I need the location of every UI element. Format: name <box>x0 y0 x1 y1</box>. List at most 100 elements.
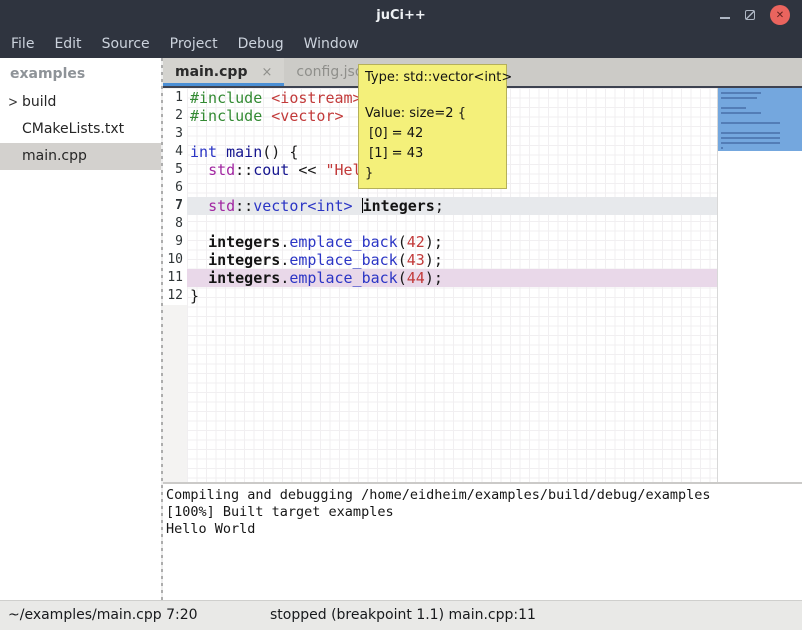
restore-icon[interactable] <box>745 10 755 20</box>
minimap[interactable] <box>717 88 802 482</box>
code-token: } <box>190 287 199 305</box>
code-token: ); <box>425 233 443 251</box>
sidebar-item-label: build <box>22 94 56 110</box>
code-line-10[interactable]: integers.emplace_back(43); <box>187 251 717 269</box>
code-token: ( <box>398 233 407 251</box>
code-line-7[interactable]: std::vector<int> integers; <box>187 197 717 215</box>
tooltip-value-line: } <box>365 164 500 184</box>
code-token: #include <box>190 107 262 125</box>
code-token: <vector> <box>271 107 343 125</box>
menu-item-source[interactable]: Source <box>92 30 160 58</box>
minimap-code-line <box>721 112 761 114</box>
code-token: :: <box>235 197 253 215</box>
status-file-position: ~/examples/main.cpp 7:20 <box>8 601 198 630</box>
tooltip-value-block: Value: size=2 { [0] = 42 [1] = 43} <box>365 104 500 184</box>
line-number[interactable]: 9 <box>163 233 187 251</box>
line-number[interactable]: 7 <box>163 197 187 215</box>
code-token <box>190 161 208 179</box>
code-token: 44 <box>407 269 425 287</box>
code-token: ); <box>425 251 443 269</box>
line-number[interactable]: 3 <box>163 125 187 143</box>
output-line: Compiling and debugging /home/eidheim/ex… <box>166 487 802 504</box>
minimize-icon[interactable] <box>720 17 730 19</box>
sidebar-item-build[interactable]: >build <box>0 89 161 116</box>
line-number[interactable]: 6 <box>163 179 187 197</box>
file-tree-sidebar[interactable]: examples >build CMakeLists.txt main.cpp <box>0 58 161 600</box>
sidebar-item-cmakelists-txt[interactable]: CMakeLists.txt <box>0 116 161 143</box>
debug-value-tooltip: Type: std::vector<int> Value: size=2 { [… <box>358 64 507 189</box>
code-token <box>217 143 226 161</box>
tooltip-value-line: [1] = 43 <box>365 144 500 164</box>
code-token: emplace_back <box>289 233 397 251</box>
code-token <box>353 197 362 215</box>
line-number[interactable]: 11 <box>163 269 187 287</box>
line-number-gutter[interactable]: 123456789101112 <box>163 88 187 482</box>
code-token: std <box>208 161 235 179</box>
code-token <box>262 107 271 125</box>
code-token: . <box>280 251 289 269</box>
minimap-code-line <box>721 147 723 149</box>
sidebar-item-main-cpp[interactable]: main.cpp <box>0 143 161 170</box>
line-number[interactable]: 12 <box>163 287 187 305</box>
code-token: integers <box>208 251 280 269</box>
line-number[interactable]: 10 <box>163 251 187 269</box>
code-line-8[interactable] <box>187 215 717 233</box>
code-token: . <box>280 233 289 251</box>
status-bar: ~/examples/main.cpp 7:20 stopped (breakp… <box>0 600 802 630</box>
tab-label: main.cpp <box>175 64 247 80</box>
menu-item-project[interactable]: Project <box>160 30 228 58</box>
line-number[interactable]: 4 <box>163 143 187 161</box>
menu-item-window[interactable]: Window <box>294 30 369 58</box>
titlebar[interactable]: juCi++ ✕ <box>0 0 802 30</box>
minimap-viewport[interactable] <box>718 88 802 151</box>
close-icon[interactable]: ✕ <box>770 5 790 25</box>
code-token: integers <box>363 197 435 215</box>
code-token: std <box>208 197 235 215</box>
code-token <box>190 197 208 215</box>
code-token: ( <box>398 251 407 269</box>
menu-item-file[interactable]: File <box>1 30 44 58</box>
line-number[interactable]: 1 <box>163 89 187 107</box>
tab-close-icon[interactable]: × <box>261 65 272 80</box>
tab-main-cpp[interactable]: main.cpp × <box>163 58 284 86</box>
sidebar-item-label: CMakeLists.txt <box>22 121 124 137</box>
minimap-code-line <box>721 92 761 94</box>
menu-bar: FileEditSourceProjectDebugWindow <box>0 30 802 58</box>
code-line-9[interactable]: integers.emplace_back(42); <box>187 233 717 251</box>
code-token: () { <box>262 143 298 161</box>
output-line: Hello World <box>166 521 802 538</box>
code-token: integers <box>208 233 280 251</box>
code-token: cout <box>253 161 289 179</box>
code-token: 43 <box>407 251 425 269</box>
build-output[interactable]: Compiling and debugging /home/eidheim/ex… <box>163 482 802 600</box>
code-token: << <box>289 161 325 179</box>
menu-item-debug[interactable]: Debug <box>228 30 294 58</box>
code-token: integers <box>208 269 280 287</box>
code-token: #include <box>190 89 262 107</box>
file-tree: >build CMakeLists.txt main.cpp <box>0 89 161 170</box>
minimap-code-line <box>721 132 780 134</box>
window-controls: ✕ <box>720 0 790 30</box>
chevron-right-icon[interactable]: > <box>8 86 18 118</box>
code-token: . <box>280 269 289 287</box>
line-number[interactable]: 2 <box>163 107 187 125</box>
tooltip-type-line: Type: std::vector<int> <box>365 69 500 86</box>
code-token: <iostream> <box>271 89 361 107</box>
sidebar-item-label: main.cpp <box>22 148 87 164</box>
project-name-header: examples <box>0 58 161 89</box>
code-token: :: <box>235 161 253 179</box>
minimap-code-line <box>721 97 757 99</box>
line-number[interactable]: 5 <box>163 161 187 179</box>
output-line: [100%] Built target examples <box>166 504 802 521</box>
code-token: vector<int> <box>253 197 352 215</box>
menu-item-edit[interactable]: Edit <box>44 30 91 58</box>
code-token: ; <box>435 197 444 215</box>
line-number[interactable]: 8 <box>163 215 187 233</box>
code-token <box>190 251 208 269</box>
code-line-12[interactable]: } <box>187 287 717 305</box>
code-token: int <box>190 143 217 161</box>
tooltip-value-line: [0] = 42 <box>365 124 500 144</box>
code-token: emplace_back <box>289 269 397 287</box>
code-token <box>190 233 208 251</box>
code-line-11[interactable]: integers.emplace_back(44); <box>187 269 717 287</box>
